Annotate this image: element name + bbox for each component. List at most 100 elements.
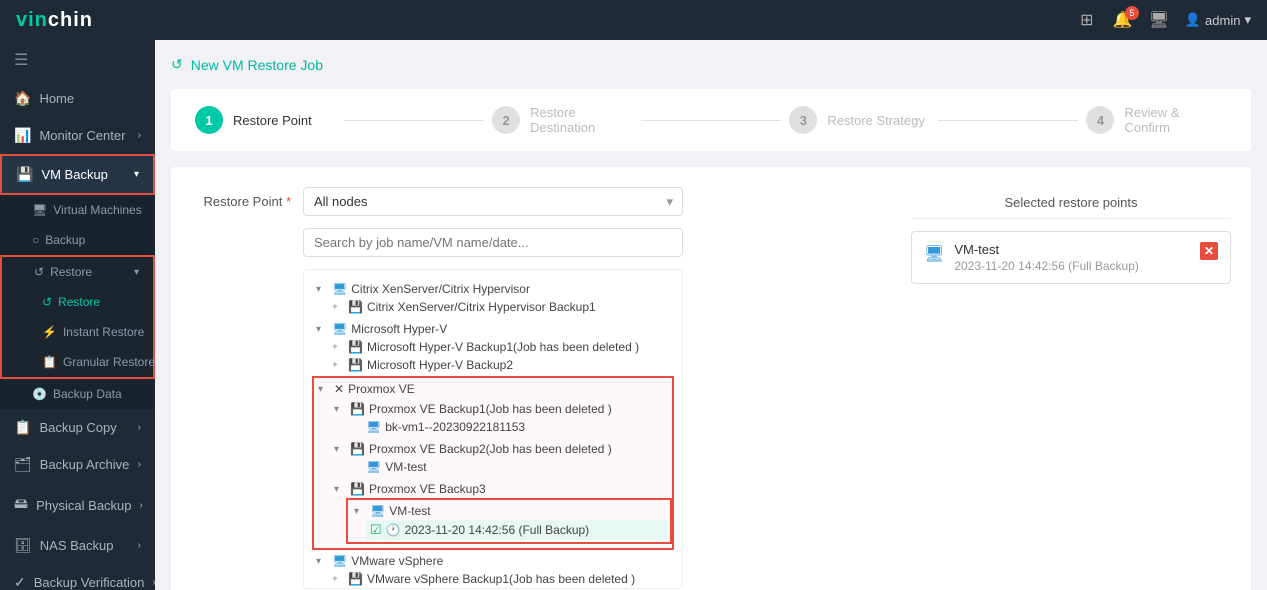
step-2: 2 Restore Destination: [492, 105, 633, 135]
restore-point-row: Restore Point * All nodes ▾: [191, 187, 895, 216]
sidebar-item-restore-sub[interactable]: ↺ Restore: [10, 287, 153, 317]
tree-row-bk-vm1[interactable]: 🖥 bk-vm1--20230922181153: [346, 418, 672, 436]
citrix-b1-label: Citrix XenServer/Citrix Hypervisor Backu…: [367, 300, 670, 314]
sidebar-item-monitor[interactable]: 📊 Monitor Center ›: [0, 117, 155, 154]
tree-row-citrix[interactable]: ▾ 🖥 Citrix XenServer/Citrix Hypervisor: [312, 280, 674, 298]
sidebar-item-granular-restore[interactable]: 📋 Granular Restore: [10, 347, 153, 377]
tree-container: ▾ 🖥 Citrix XenServer/Citrix Hypervisor +…: [303, 269, 683, 589]
vsphere-b1-toggle: +: [332, 574, 344, 585]
logo-part1: vin: [16, 9, 48, 31]
citrix-server-icon: 🖥: [332, 282, 347, 296]
tree-row-proxmox-b2[interactable]: ▾ 💾 Proxmox VE Backup2(Job has been dele…: [330, 440, 672, 458]
hyperv-b2-icon: 💾: [348, 358, 363, 372]
tree-row-citrix-backup1[interactable]: + 💾 Citrix XenServer/Citrix Hypervisor B…: [328, 298, 674, 316]
tree-row-proxmox-b1[interactable]: ▾ 💾 Proxmox VE Backup1(Job has been dele…: [330, 400, 672, 418]
bk-vm1-icon: 🖥: [366, 420, 381, 434]
sidebar-item-physical-backup[interactable]: 🖴 Physical Backup ›: [0, 483, 155, 527]
bk-vm1-label: bk-vm1--20230922181153: [385, 420, 668, 434]
hyperv-b2-label: Microsoft Hyper-V Backup2: [367, 358, 670, 372]
rp-remove-button[interactable]: ✕: [1200, 242, 1218, 260]
step-2-num: 2: [492, 106, 520, 134]
main-content: ↺ New VM Restore Job 1 Restore Point 2 R…: [155, 40, 1267, 590]
restore-point-label: 2023-11-20 14:42:56 (Full Backup): [405, 523, 664, 537]
step-divider-2: [641, 120, 782, 121]
sidebar-item-vm-backup[interactable]: 💾 VM Backup ▾: [0, 154, 155, 195]
vmware-label: VMware vSphere: [351, 554, 670, 568]
hyperv-children: + 💾 Microsoft Hyper-V Backup1(Job has be…: [328, 338, 674, 374]
required-marker: *: [286, 194, 291, 209]
search-input[interactable]: [303, 228, 683, 257]
tree-row-restore-point[interactable]: ☑ 🕐 2023-11-20 14:42:56 (Full Backup): [366, 520, 668, 540]
tree-row-proxmox[interactable]: ▾ ✕ Proxmox VE: [314, 380, 672, 398]
logo-part2: chin: [48, 9, 93, 31]
step-1-num: 1: [195, 106, 223, 134]
tree-row-vmware[interactable]: ▾ 🖥 VMware vSphere: [312, 552, 674, 570]
restore-icon: ↺: [34, 265, 44, 279]
restore-chevron-icon: ▾: [134, 267, 139, 278]
proxmox-children: ▾ 💾 Proxmox VE Backup1(Job has been dele…: [330, 398, 672, 546]
notification-bell[interactable]: 🔔 5: [1113, 10, 1133, 30]
sidebar-item-backup-data[interactable]: 💿 Backup Data: [0, 379, 155, 409]
tree-row-proxmox-b3[interactable]: ▾ 💾 Proxmox VE Backup3: [330, 480, 672, 498]
sidebar-backup-verification-label: Backup Verification: [34, 575, 145, 590]
sidebar-item-backup-archive[interactable]: 🗂 Backup Archive ›: [0, 446, 155, 483]
tree-row-vm-test-b3[interactable]: ▾ 🖥 VM-test: [350, 502, 668, 520]
step-3-label: Restore Strategy: [827, 113, 925, 128]
sidebar: ☰ 🏠 Home 📊 Monitor Center › 💾 VM Backup …: [0, 40, 155, 590]
sidebar-item-instant-restore[interactable]: ⚡ Instant Restore: [10, 317, 153, 347]
vm-backup-chevron-icon: ▾: [134, 169, 139, 180]
sidebar-item-backup-copy[interactable]: 📋 Backup Copy ›: [0, 409, 155, 446]
tree-row-hyperv-backup2[interactable]: + 💾 Microsoft Hyper-V Backup2: [328, 356, 674, 374]
proxmox-b3-icon: 💾: [350, 482, 365, 496]
search-row: [191, 228, 895, 257]
vsphere-b1-label: VMware vSphere Backup1(Job has been dele…: [367, 572, 670, 586]
physical-backup-chevron-icon: ›: [140, 500, 143, 511]
rp-time: 2023-11-20 14:42:56 (Full Backup): [954, 259, 1190, 273]
hyperv-b1-label: Microsoft Hyper-V Backup1(Job has been d…: [367, 340, 670, 354]
vm-test-b2-icon: 🖥: [366, 460, 381, 474]
sidebar-item-backup[interactable]: ○ Backup: [0, 225, 155, 255]
form-area: Restore Point * All nodes ▾: [191, 187, 895, 589]
topbar-right: ⊞ 🔔 5 🖥 👤 admin ▾: [1077, 10, 1251, 30]
backup-data-icon: 💿: [32, 387, 47, 401]
backup-archive-icon: 🗂: [14, 456, 32, 473]
citrix-b1-icon: 💾: [348, 300, 363, 314]
vm-backup-icon: 💾: [16, 166, 33, 183]
sidebar-item-virtual-machines[interactable]: 🖥 Virtual Machines: [0, 195, 155, 225]
tree-node-vm-test-b3: ▾ 🖥 VM-test ☑ 🕐 2: [346, 498, 672, 544]
admin-menu[interactable]: 👤 admin ▾: [1185, 12, 1251, 28]
sidebar-item-nas-backup[interactable]: 🗄 NAS Backup ›: [0, 527, 155, 564]
tree-row-vm-test-b2[interactable]: 🖥 VM-test: [346, 458, 672, 476]
step-4-num: 4: [1086, 106, 1114, 134]
tree-row-hyperv-backup1[interactable]: + 💾 Microsoft Hyper-V Backup1(Job has be…: [328, 338, 674, 356]
sidebar-item-home[interactable]: 🏠 Home: [0, 80, 155, 117]
hyperv-b1-icon: 💾: [348, 340, 363, 354]
sidebar-toggle[interactable]: ☰: [0, 40, 155, 80]
nodes-select[interactable]: All nodes: [303, 187, 683, 216]
sidebar-nas-backup-label: NAS Backup: [40, 538, 114, 553]
tree-node-vmware: ▾ 🖥 VMware vSphere + 💾 VMware vSphere Ba…: [312, 550, 674, 589]
monitor-icon[interactable]: 🖥: [1149, 10, 1169, 30]
home-icon: 🏠: [14, 90, 31, 107]
sidebar-backup-copy-label: Backup Copy: [39, 420, 116, 435]
proxmox-b2-toggle: ▾: [334, 444, 346, 455]
vm-backup-submenu: 🖥 Virtual Machines ○ Backup ↺ Restore ▾ …: [0, 195, 155, 409]
sidebar-item-restore[interactable]: ↺ Restore ▾: [2, 257, 153, 287]
admin-label: admin: [1205, 13, 1240, 28]
backup-copy-chevron-icon: ›: [138, 422, 141, 433]
physical-backup-icon: 🖴: [14, 493, 28, 517]
nodes-select-wrapper: All nodes ▾: [303, 187, 683, 216]
proxmox-b2-children: 🖥 VM-test: [346, 458, 672, 476]
grid-icon[interactable]: ⊞: [1077, 10, 1097, 30]
sidebar-vm-backup-label: VM Backup: [41, 167, 107, 182]
proxmox-b1-toggle: ▾: [334, 404, 346, 415]
monitor-center-icon: 📊: [14, 127, 31, 144]
step-4-label: Review & Confirm: [1124, 105, 1227, 135]
proxmox-b2-icon: 💾: [350, 442, 365, 456]
step-3: 3 Restore Strategy: [789, 106, 930, 134]
sidebar-item-backup-verification[interactable]: ✓ Backup Verification ›: [0, 564, 155, 590]
tree-row-hyperv[interactable]: ▾ 🖥 Microsoft Hyper-V: [312, 320, 674, 338]
proxmox-b1-icon: 💾: [350, 402, 365, 416]
tree-row-vsphere-backup1[interactable]: + 💾 VMware vSphere Backup1(Job has been …: [328, 570, 674, 588]
notification-badge: 5: [1125, 6, 1139, 20]
